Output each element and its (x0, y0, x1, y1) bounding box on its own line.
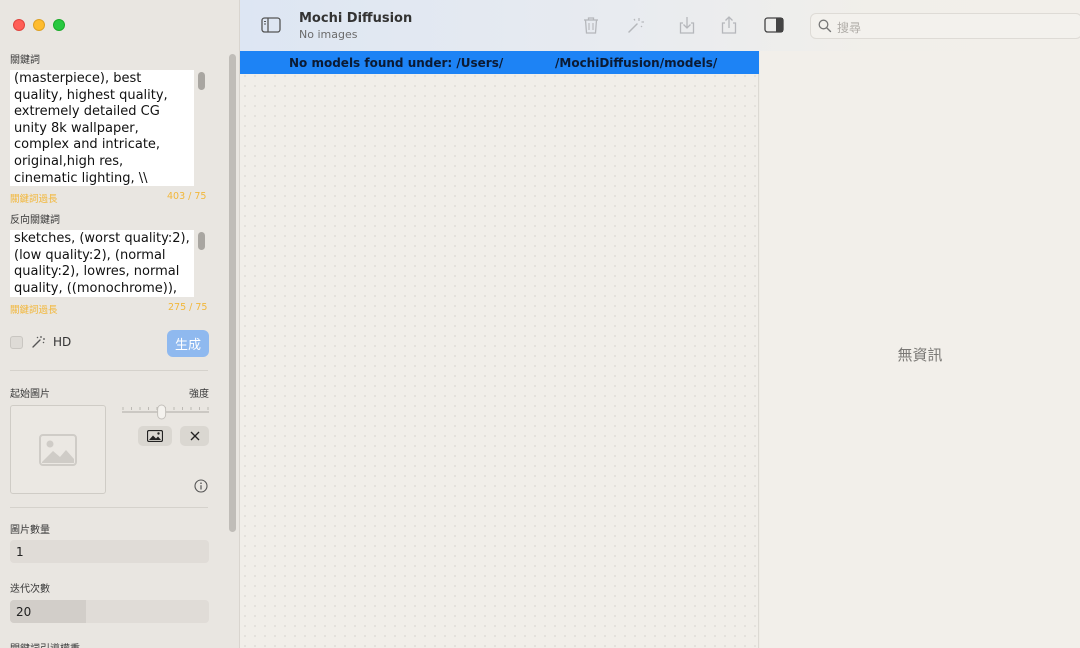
hd-checkbox[interactable] (10, 335, 23, 349)
photo-placeholder-icon (39, 433, 77, 466)
search-placeholder: 搜尋 (837, 21, 862, 35)
sidebar-scrollbar[interactable] (229, 54, 236, 532)
image-icon (147, 430, 163, 442)
divider (10, 507, 208, 508)
start-image-label: 起始圖片 (10, 389, 50, 400)
download-icon[interactable] (677, 15, 697, 35)
close-window-button[interactable] (13, 19, 25, 31)
search-field[interactable]: 搜尋 (810, 13, 1080, 39)
no-models-banner: No models found under: /Users/ /MochiDif… (240, 51, 759, 74)
steps-value: 20 (16, 604, 32, 619)
app-subtitle: No images (299, 28, 358, 41)
hd-label: HD (53, 335, 72, 349)
clear-image-button[interactable] (180, 426, 209, 446)
prompt-token-count: 403 / 75 (167, 191, 207, 202)
prompt-scrollbar[interactable] (198, 72, 205, 90)
search-icon (818, 19, 832, 33)
inspector-panel: 無資訊 (760, 51, 1080, 648)
select-image-button[interactable] (138, 426, 172, 446)
banner-text-path-end: /MochiDiffusion/models/ (555, 55, 718, 70)
prompt-label: 關鍵詞 (10, 55, 40, 66)
magic-wand-icon (32, 336, 45, 348)
steps-label: 迭代次數 (10, 584, 50, 595)
app-title: Mochi Diffusion (299, 11, 413, 26)
hd-row: HD (10, 334, 71, 350)
window-controls (13, 19, 65, 31)
prompt-warning: 關鍵詞過長 (10, 194, 58, 205)
minimize-window-button[interactable] (33, 19, 45, 31)
start-image-well[interactable] (10, 405, 106, 494)
sidebar: 關鍵詞 (masterpiece), best quality, highest… (0, 0, 240, 648)
negative-prompt-input[interactable]: sketches, (worst quality:2), (low qualit… (10, 230, 194, 297)
magic-wand-icon[interactable] (625, 15, 645, 35)
inspector-toggle-icon[interactable] (764, 15, 784, 35)
close-icon (190, 431, 199, 441)
steps-slider-field[interactable]: 20 (10, 600, 209, 623)
banner-text-path-start: No models found under: /Users/ (289, 55, 504, 70)
generate-button[interactable]: 生成 (167, 330, 209, 357)
negative-prompt-label: 反向關鍵詞 (10, 215, 60, 226)
prompt-input[interactable]: (masterpiece), best quality, highest qua… (10, 70, 194, 186)
sidebar-toggle-icon[interactable] (261, 15, 281, 35)
guidance-label: 關鍵詞引導權重 (10, 640, 80, 648)
no-info-label: 無資訊 (897, 346, 943, 364)
image-count-value: 1 (16, 544, 24, 559)
divider (10, 370, 208, 371)
info-icon[interactable] (194, 479, 208, 493)
image-grid-area[interactable]: No models found under: /Users/ /MochiDif… (240, 51, 759, 648)
toolbar: Mochi Diffusion No images 搜尋 (240, 0, 1080, 51)
negative-prompt-scrollbar[interactable] (198, 232, 205, 250)
image-count-field[interactable]: 1 (10, 540, 209, 563)
image-count-label: 圖片數量 (10, 525, 50, 536)
trash-icon[interactable] (581, 15, 601, 35)
zoom-window-button[interactable] (53, 19, 65, 31)
negative-prompt-token-count: 275 / 75 (168, 302, 208, 313)
strength-label: 強度 (189, 389, 209, 400)
share-icon[interactable] (719, 15, 739, 35)
strength-slider[interactable] (122, 404, 209, 420)
negative-prompt-warning: 關鍵詞過長 (10, 305, 58, 316)
